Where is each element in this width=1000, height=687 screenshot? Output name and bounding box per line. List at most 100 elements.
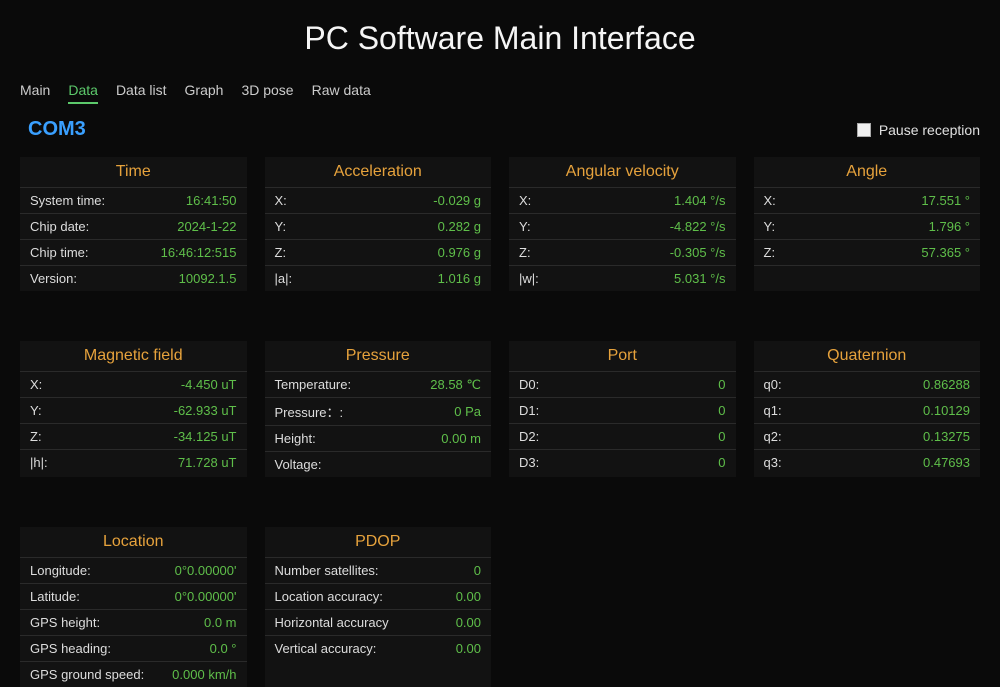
tab-3dpose[interactable]: 3D pose [241,82,293,104]
value-mag-mag: 71.728 uT [178,455,237,470]
label-mag-mag: |h|: [30,455,48,470]
label-gps-ground-speed: GPS ground speed: [30,667,144,682]
label-angvel-y: Y: [519,219,531,234]
value-location-accuracy: 0.00 [456,589,481,604]
value-q2: 0.13275 [923,429,970,444]
panel-time: Time System time: 16:41:50 Chip date: 2024… [20,157,247,291]
panel-title-pressure: Pressure [265,341,492,371]
com-port-label: COM3 [28,118,86,141]
label-chip-date: Chip date: [30,219,89,234]
label-q2: q2: [764,429,782,444]
label-system-time: System time: [30,193,105,208]
value-angvel-x: 1.404 °/s [674,193,725,208]
value-gps-heading: 0.0 ° [210,641,237,656]
label-voltage: Voltage: [275,457,322,472]
value-chip-date: 2024-1-22 [177,219,236,234]
value-longitude: 0°0.00000' [175,563,237,578]
data-grid: Time System time: 16:41:50 Chip date: 2024… [20,157,980,687]
value-d1: 0 [718,403,725,418]
value-chip-time: 16:46:12:515 [161,245,237,260]
label-longitude: Longitude: [30,563,91,578]
pause-reception-checkbox[interactable] [857,123,871,137]
label-gps-heading: GPS heading: [30,641,111,656]
label-vertical-accuracy: Vertical accuracy: [275,641,377,656]
value-accel-y: 0.282 g [438,219,481,234]
tab-main[interactable]: Main [20,82,50,104]
value-angle-y: 1.796 ° [929,219,970,234]
label-horizontal-accuracy: Horizontal accuracy [275,615,389,630]
tab-data[interactable]: Data [68,82,98,104]
value-system-time: 16:41:50 [186,193,237,208]
value-pressure: 0 Pa [454,404,481,419]
label-mag-z: Z: [30,429,42,444]
label-version: Version: [30,271,77,286]
panel-title-location: Location [20,527,247,557]
label-angle-z: Z: [764,245,776,260]
value-mag-z: -34.125 uT [174,429,237,444]
panel-pressure: Pressure Temperature: 28.58 ℃ Pressure：: 0… [265,341,492,477]
value-version: 10092.1.5 [179,271,237,286]
value-vertical-accuracy: 0.00 [456,641,481,656]
label-angle-y: Y: [764,219,776,234]
value-q0: 0.86288 [923,377,970,392]
tab-rawdata[interactable]: Raw data [312,82,371,104]
value-d0: 0 [718,377,725,392]
value-gps-ground-speed: 0.000 km/h [172,667,236,682]
value-num-satellites: 0 [474,563,481,578]
panel-title-angular-velocity: Angular velocity [509,157,736,187]
panel-title-magnetic-field: Magnetic field [20,341,247,371]
panel-port: Port D0: 0 D1: 0 D2: 0 D3: 0 [509,341,736,477]
pause-reception-label: Pause reception [879,122,980,138]
value-angle-x: 17.551 ° [921,193,970,208]
page-title: PC Software Main Interface [20,20,980,57]
value-horizontal-accuracy: 0.00 [456,615,481,630]
value-temperature: 28.58 ℃ [430,377,481,393]
value-gps-height: 0.0 m [204,615,237,630]
value-accel-x: -0.029 g [433,193,481,208]
label-mag-x: X: [30,377,42,392]
value-angvel-y: -4.822 °/s [670,219,726,234]
label-accel-z: Z: [275,245,287,260]
label-d1: D1: [519,403,539,418]
value-height: 0.00 m [441,431,481,446]
value-latitude: 0°0.00000' [175,589,237,604]
empty-row [754,265,981,291]
label-location-accuracy: Location accuracy: [275,589,383,604]
panel-magnetic-field: Magnetic field X:-4.450 uT Y:-62.933 uT … [20,341,247,477]
label-d2: D2: [519,429,539,444]
label-q3: q3: [764,455,782,470]
label-q0: q0: [764,377,782,392]
label-d0: D0: [519,377,539,392]
tab-graph[interactable]: Graph [185,82,224,104]
value-q1: 0.10129 [923,403,970,418]
label-accel-mag: |a|: [275,271,293,286]
value-angvel-z: -0.305 °/s [670,245,726,260]
value-mag-x: -4.450 uT [181,377,237,392]
label-temperature: Temperature: [275,377,352,392]
value-accel-z: 0.976 g [438,245,481,260]
label-angvel-z: Z: [519,245,531,260]
label-mag-y: Y: [30,403,42,418]
label-height: Height: [275,431,316,446]
label-d3: D3: [519,455,539,470]
panel-title-time: Time [20,157,247,187]
panel-pdop: PDOP Number satellites:0 Location accura… [265,527,492,687]
value-q3: 0.47693 [923,455,970,470]
panel-title-quaternion: Quaternion [754,341,981,371]
panel-acceleration: Acceleration X: -0.029 g Y: 0.282 g Z: 0.97… [265,157,492,291]
panel-title-acceleration: Acceleration [265,157,492,187]
label-gps-height: GPS height: [30,615,100,630]
value-d3: 0 [718,455,725,470]
tab-datalist[interactable]: Data list [116,82,167,104]
label-accel-x: X: [275,193,287,208]
label-pressure: Pressure：: [275,402,344,421]
panel-title-port: Port [509,341,736,371]
value-angle-z: 57.365 ° [921,245,970,260]
label-angle-x: X: [764,193,776,208]
panel-angular-velocity: Angular velocity X:1.404 °/s Y:-4.822 °/… [509,157,736,291]
value-mag-y: -62.933 uT [174,403,237,418]
panel-title-pdop: PDOP [265,527,492,557]
value-d2: 0 [718,429,725,444]
panel-quaternion: Quaternion q0:0.86288 q1:0.10129 q2:0.13… [754,341,981,477]
label-accel-y: Y: [275,219,287,234]
